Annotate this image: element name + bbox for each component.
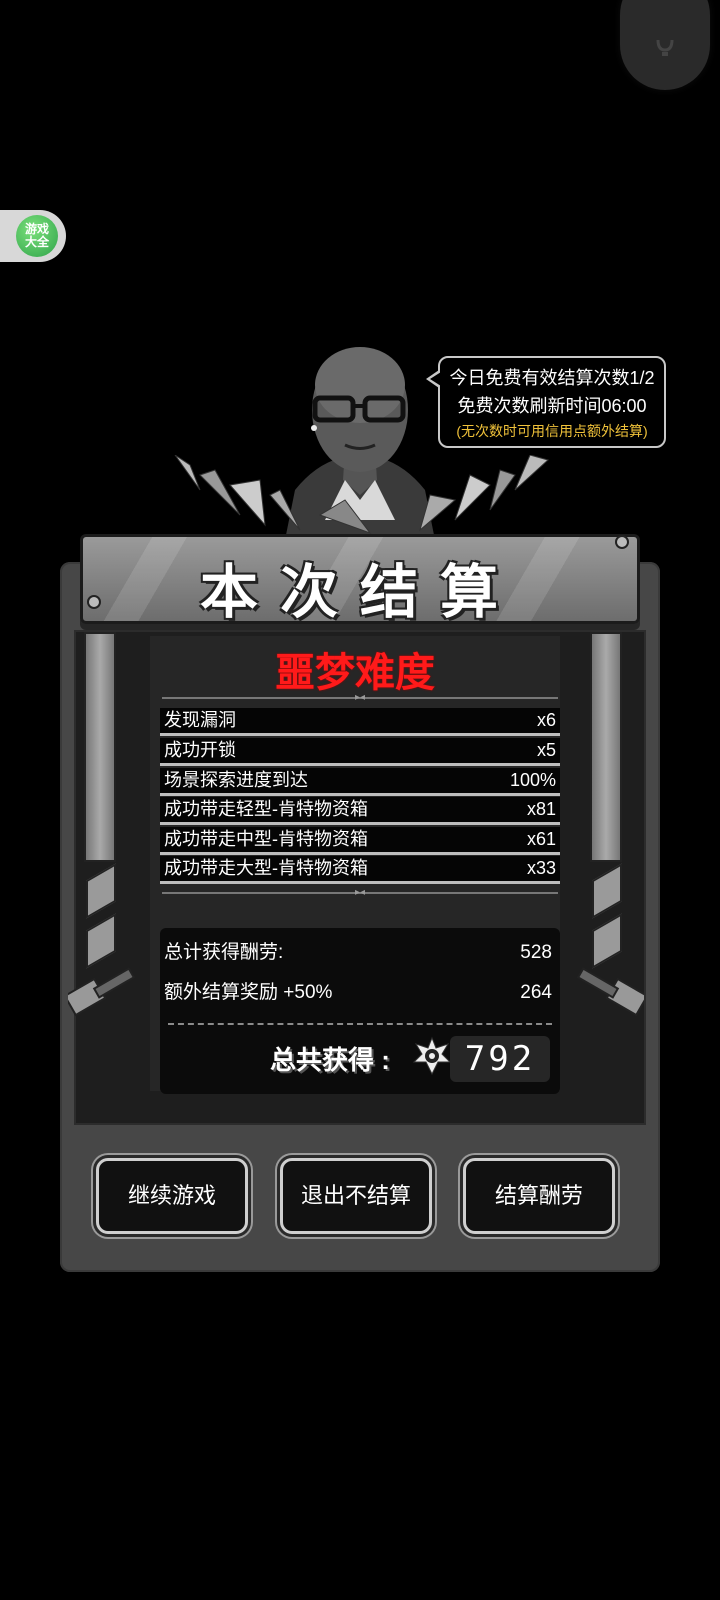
right-side-bar (590, 632, 622, 862)
divider-arrows-icon: ▸◂ (354, 887, 366, 898)
total-reward-value: 528 (520, 942, 552, 963)
bonus-reward-row: 额外结算奖励 +50% 264 (164, 978, 552, 1008)
top-right-floating-button[interactable] (620, 0, 710, 90)
notice-free-count: 今日免费有效结算次数1/2 (449, 368, 655, 388)
difficulty-label: 噩梦难度 (275, 650, 435, 696)
settlement-notice-bubble: 今日免费有效结算次数1/2 免费次数刷新时间06:00 (无次数时可用信用点额外… (426, 356, 666, 448)
stat-row: 成功带走中型-肯特物资箱 x61 (160, 827, 560, 855)
divider-top: ▸◂ (162, 692, 558, 703)
notice-credit-hint: (无次数时可用信用点额外结算) (456, 423, 648, 439)
bonus-reward-label: 额外结算奖励 +50% (164, 982, 333, 1003)
stat-label: 成功带走大型-肯特物资箱 (164, 858, 368, 878)
rivet (87, 595, 101, 609)
stat-value: x81 (526, 799, 556, 819)
bonus-reward-value: 264 (520, 982, 552, 1003)
panel-title: 本次结算 (199, 558, 520, 626)
notice-refresh-time: 免费次数刷新时间06:00 (457, 396, 647, 416)
reward-currency-icon (412, 1036, 452, 1076)
continue-game-button[interactable]: 继续游戏 (96, 1158, 248, 1234)
divider-arrows-icon: ▸◂ (354, 692, 366, 703)
divider-bottom: ▸◂ (162, 887, 558, 898)
stat-value: 100% (509, 770, 556, 790)
decorative-shards (174, 455, 550, 535)
stat-label: 成功开锁 (164, 740, 236, 760)
game-center-badge[interactable]: 游戏 大全 (0, 210, 66, 262)
grand-total-value: 792 (450, 1036, 550, 1082)
stat-row: 成功带走大型-肯特物资箱 x33 (160, 856, 560, 884)
total-reward-row: 总计获得酬劳: 528 (164, 938, 552, 968)
stat-value: x6 (536, 710, 556, 730)
stat-row: 场景探索进度到达 100% (160, 768, 560, 796)
stat-row: 成功带走轻型-肯特物资箱 x81 (160, 797, 560, 825)
left-hammer-icon (68, 967, 136, 1017)
stat-value: x61 (526, 829, 556, 849)
game-screen: 游戏 大全 今日免费有效结算次数1/2 免费次数刷新时间06:00 (无次数时可… (0, 0, 720, 1600)
summary-dashed-divider (168, 1023, 552, 1025)
stat-value: x33 (526, 858, 556, 878)
stat-row: 成功开锁 x5 (160, 738, 560, 766)
lightbulb-icon (656, 40, 674, 56)
stat-label: 场景探索进度到达 (164, 770, 308, 790)
stat-label: 成功带走中型-肯特物资箱 (164, 829, 368, 849)
grand-total-label: 总共获得 : (270, 1045, 390, 1075)
game-center-line2: 大全 (24, 235, 49, 249)
right-hammer-icon (576, 967, 644, 1017)
stat-value: x5 (536, 740, 556, 760)
settle-reward-button[interactable]: 结算酬劳 (463, 1158, 615, 1234)
left-side-bar (84, 632, 116, 862)
game-center-icon: 游戏 大全 (16, 215, 58, 257)
reward-summary: 总计获得酬劳: 528 额外结算奖励 +50% 264 总共获得 : 792 (160, 928, 560, 1094)
stat-label: 成功带走轻型-肯特物资箱 (164, 799, 368, 819)
exit-without-settle-button[interactable]: 退出不结算 (280, 1158, 432, 1234)
stat-label: 发现漏洞 (164, 710, 236, 730)
total-reward-label: 总计获得酬劳: (164, 942, 284, 963)
title-plate: 本次结算 (80, 534, 640, 626)
rivet (615, 535, 629, 549)
stat-row: 发现漏洞 x6 (160, 708, 560, 736)
